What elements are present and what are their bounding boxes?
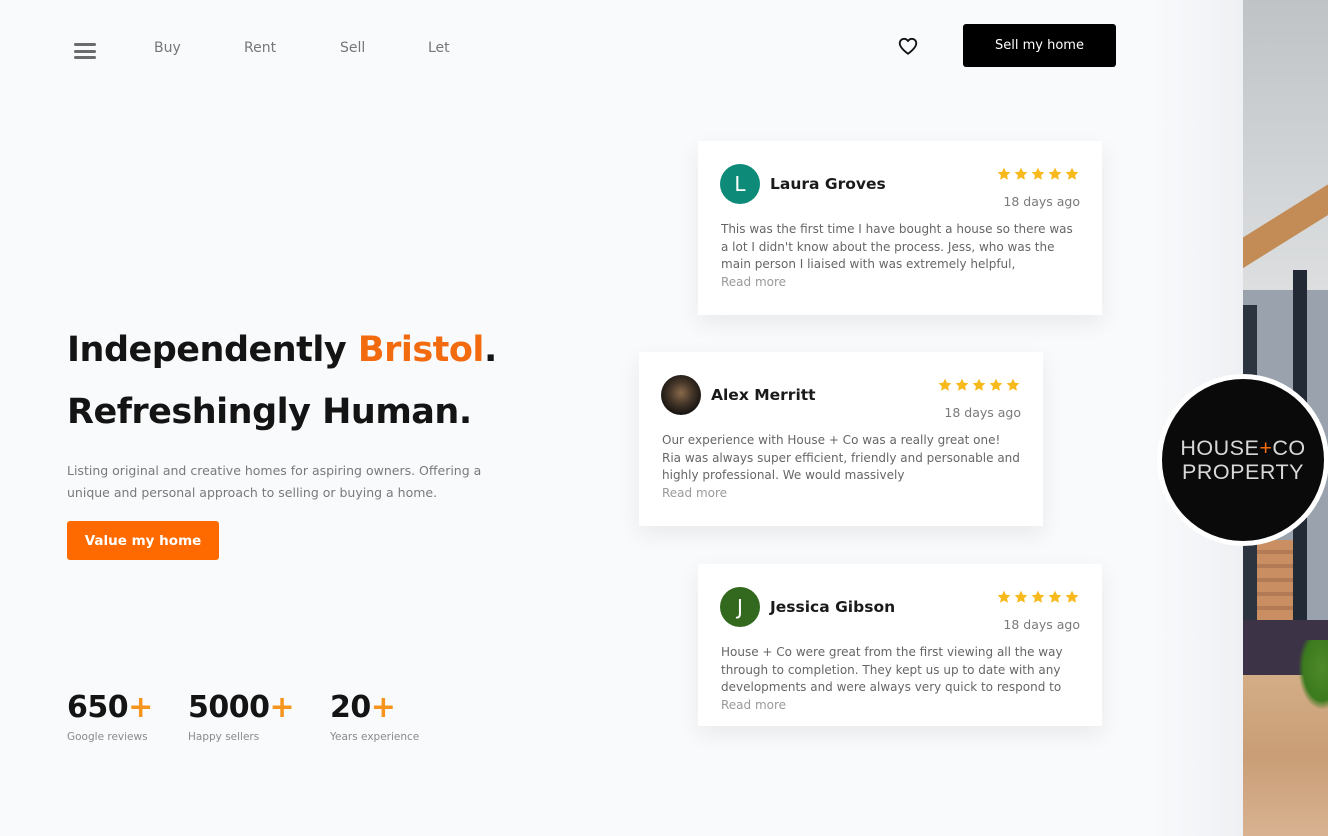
read-more-link[interactable]: Read more [662,486,727,500]
house-co-logo[interactable]: HOUSE+CO PROPERTY [1157,374,1328,546]
hero-title-line2: Refreshingly Human. [67,392,472,432]
review-text: This was the first time I have bought a … [721,222,1073,271]
read-more-link[interactable]: Read more [721,698,786,712]
star-icon [997,167,1011,180]
star-icon [972,378,986,391]
value-my-home-button[interactable]: Value my home [67,521,219,560]
review-time: 18 days ago [1003,617,1080,632]
star-rating [996,589,1080,605]
logo-line1: HOUSE+CO [1180,436,1305,460]
star-rating [996,166,1080,182]
star-icon [1048,590,1062,603]
photo-plant [1298,640,1328,710]
stat-plus: + [269,690,295,725]
reviewer-name: Jessica Gibson [770,598,896,616]
star-icon [1014,590,1028,603]
logo-badge: HOUSE+CO PROPERTY [1162,379,1324,541]
avatar: L [720,164,760,204]
star-icon [1031,590,1045,603]
star-icon [1031,167,1045,180]
menu-bar [74,43,96,46]
avatar: J [720,587,760,627]
nav-link-sell[interactable]: Sell [340,40,365,56]
hamburger-menu-icon[interactable] [74,43,96,59]
review-time: 18 days ago [1003,194,1080,209]
stat-number: 20+ [330,690,419,725]
hero-title-suffix: . [483,330,497,370]
star-icon [1014,167,1028,180]
star-rating [937,377,1021,393]
star-icon [1065,590,1079,603]
heart-icon[interactable] [897,35,919,57]
stat-label: Google reviews [67,731,148,743]
star-icon [1048,167,1062,180]
stat-plus: + [128,690,153,725]
stat-label: Years experience [330,731,420,743]
stat-number: 5000+ [188,690,295,725]
review-text: Our experience with House + Co was a rea… [662,433,1020,482]
logo-plus: + [1259,436,1273,460]
logo-text: CO [1272,436,1306,460]
stat-happy-sellers: 5000+ Happy sellers [188,690,295,743]
sell-my-home-button[interactable]: Sell my home [963,24,1116,67]
star-icon [997,590,1011,603]
review-card: L Laura Groves 18 days ago This was the … [698,141,1102,315]
nav-link-buy[interactable]: Buy [154,40,181,56]
stat-number: 650+ [67,690,153,725]
hero-title-accent: Bristol [357,330,485,370]
review-card: Alex Merritt 18 days ago Our experience … [639,352,1043,526]
hero-title-prefix: Independently [67,330,358,370]
stat-value: 20 [330,690,371,725]
star-icon [989,378,1003,391]
review-time: 18 days ago [944,405,1021,420]
stat-value: 650 [67,690,129,725]
stat-years-experience: 20+ Years experience [330,690,419,743]
nav-link-let[interactable]: Let [428,40,450,56]
logo-line2: PROPERTY [1182,460,1304,484]
menu-bar [74,49,96,53]
stat-google-reviews: 650+ Google reviews [67,690,153,743]
star-icon [938,378,952,391]
hero-title-line1: Independently Bristol. [67,330,497,370]
review-card: J Jessica Gibson 18 days ago House + Co … [698,564,1102,726]
avatar [661,375,701,415]
reviewer-name: Alex Merritt [711,386,816,404]
photo-wood-wall [1257,540,1293,620]
reviewer-name: Laura Groves [770,175,886,193]
review-text: House + Co were great from the first vie… [721,645,1063,694]
logo-text: HOUSE [1180,436,1260,460]
hero-description: Listing original and creative homes for … [67,463,482,500]
star-icon [955,378,969,391]
stat-plus: + [370,690,396,725]
stat-value: 5000 [188,690,270,725]
read-more-link[interactable]: Read more [721,275,786,289]
nav-link-rent[interactable]: Rent [244,40,276,56]
stat-label: Happy sellers [188,731,260,743]
star-icon [1006,378,1020,391]
star-icon [1065,167,1079,180]
menu-bar [74,56,96,59]
